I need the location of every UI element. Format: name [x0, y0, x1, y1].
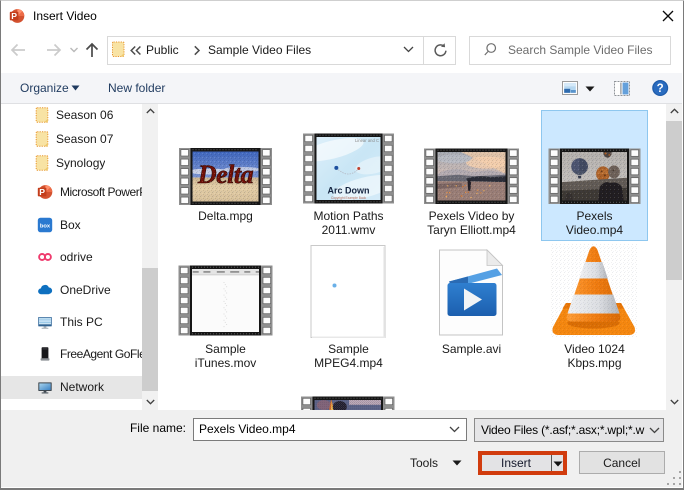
svg-text:box: box	[40, 223, 51, 229]
svg-text:?: ?	[657, 83, 664, 95]
svg-text:Copyright Example Book: Copyright Example Book	[331, 196, 366, 200]
svg-text:Arc Down: Arc Down	[327, 186, 369, 196]
svg-text:P: P	[11, 11, 17, 21]
svg-text:Linear and C: Linear and C	[355, 138, 379, 143]
svg-text:P: P	[39, 187, 45, 197]
